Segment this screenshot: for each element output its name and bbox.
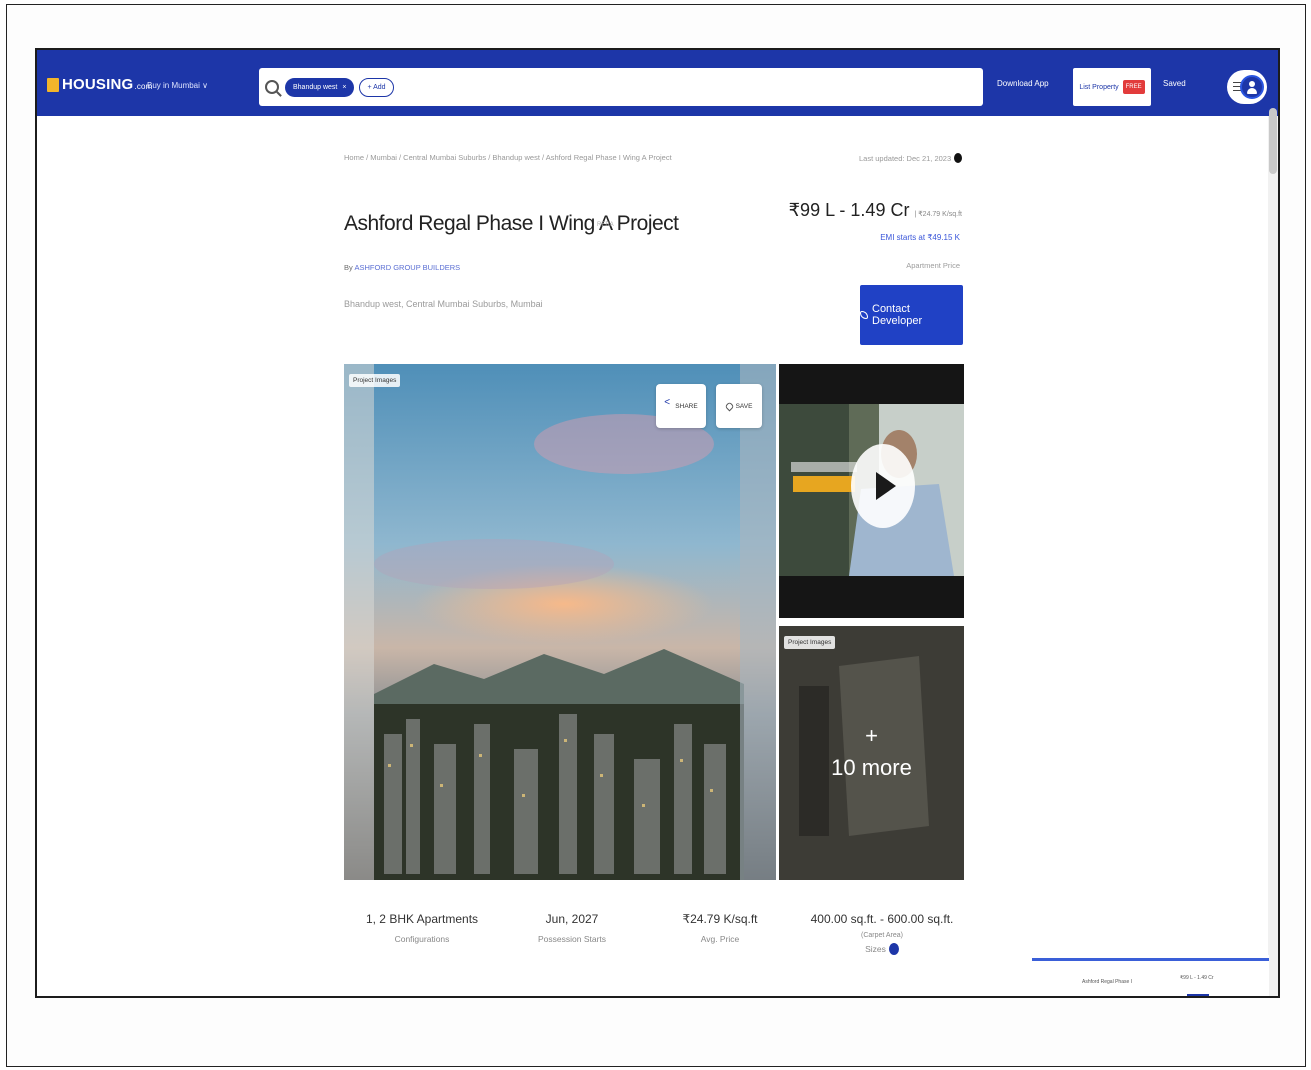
info-icon[interactable]: [954, 153, 963, 163]
sizes-row: Sizes: [797, 943, 967, 955]
city-skyline-photo: [344, 364, 776, 880]
info-icon[interactable]: [888, 943, 899, 955]
download-app-link[interactable]: Download App: [997, 50, 1049, 116]
sticky-mini-widget[interactable]: Ashford Regal Phase I ₹99 L - 1.49 Cr: [1032, 955, 1269, 996]
list-property-button[interactable]: List Property FREE: [1073, 68, 1151, 106]
stat-sizes: 400.00 sq.ft. - 600.00 sq.ft. (Carpet Ar…: [797, 912, 967, 955]
mini-widget-price: ₹99 L - 1.49 Cr: [1180, 975, 1214, 981]
page-title: Ashford Regal Phase I Wing A Project: [344, 212, 679, 235]
rera-tag: RERA: [597, 222, 614, 228]
share-icon: [664, 397, 672, 410]
mini-widget-bar: [1032, 958, 1269, 961]
download-app-label: Download App: [997, 78, 1049, 88]
search-chip-locality[interactable]: Bhandup west ×: [285, 77, 355, 97]
more-images-count: 10 more: [831, 755, 912, 780]
stat-sub: (Carpet Area): [860, 932, 904, 939]
mini-widget-title: Ashford Regal Phase I: [1082, 979, 1133, 985]
saved-label: Saved: [1163, 78, 1186, 88]
stat-avg-price: ₹24.79 K/sq.ft Avg. Price: [665, 912, 775, 944]
profile-menu[interactable]: [1227, 70, 1267, 104]
phone-icon: [860, 311, 868, 319]
free-badge: FREE: [1122, 80, 1145, 94]
logo-text: HOUSING: [62, 76, 134, 93]
heart-icon: [724, 401, 735, 411]
project-address: Bhandup west, Central Mumbai Suburbs, Mu…: [344, 299, 543, 309]
housing-logo[interactable]: HOUSING .com: [47, 76, 153, 93]
avatar-icon: [1240, 75, 1264, 99]
more-images-thumbnail[interactable]: Project Images + 10 more: [779, 626, 964, 880]
search-icon: [265, 80, 279, 94]
add-locality-button[interactable]: + Add: [359, 77, 394, 97]
share-button[interactable]: SHARE: [656, 384, 706, 428]
top-navbar: HOUSING .com Buy in Mumbai ∨ Bhandup wes…: [37, 50, 1278, 116]
breadcrumb[interactable]: Home / Mumbai / Central Mumbai Suburbs /…: [344, 153, 672, 162]
image-category-label: Project Images: [349, 374, 401, 387]
list-property-label: List Property: [1079, 83, 1119, 91]
play-button[interactable]: [851, 444, 915, 528]
city-select-dropdown[interactable]: Buy in Mumbai ∨: [147, 81, 208, 90]
price-range: ₹99 L - 1.49 Cr | ₹24.79 K/sq.ft: [789, 200, 962, 221]
share-label: SHARE: [675, 402, 698, 410]
play-icon: [876, 472, 896, 500]
mini-widget-button[interactable]: [1187, 994, 1209, 996]
save-button[interactable]: SAVE: [716, 384, 762, 428]
stat-value: 400.00 sq.ft. - 600.00 sq.ft.: [810, 912, 954, 926]
more-images-overlay[interactable]: + 10 more: [779, 626, 964, 880]
price-per-sqft: | ₹24.79 K/sq.ft: [914, 211, 962, 218]
project-video-thumbnail[interactable]: [779, 364, 964, 618]
developer-prefix: By: [344, 263, 353, 272]
stat-value: 1, 2 BHK Apartments: [365, 912, 479, 926]
logo-mark-icon: [47, 77, 59, 92]
plus-icon: +: [865, 723, 878, 748]
last-updated-text: Last updated: Dec 21, 2023: [859, 153, 952, 163]
emi-link[interactable]: EMI starts at ₹49.15 K: [880, 233, 960, 242]
scrollbar-thumb[interactable]: [1269, 108, 1277, 174]
search-chip-label: Bhandup west: [293, 83, 338, 91]
search-bar[interactable]: Bhandup west × + Add: [259, 68, 983, 106]
stat-label: Configurations: [394, 934, 450, 944]
price-label: Apartment Price: [906, 261, 960, 270]
stat-possession: Jun, 2027 Possession Starts: [517, 912, 627, 944]
saved-link[interactable]: Saved: [1163, 50, 1186, 116]
save-label: SAVE: [735, 402, 753, 410]
price-value: ₹99 L - 1.49 Cr: [788, 200, 910, 220]
stat-configurations: 1, 2 BHK Apartments Configurations: [357, 912, 487, 944]
contact-developer-label: Contact Developer: [872, 303, 923, 327]
stat-label: Sizes: [865, 944, 886, 954]
chip-close-icon[interactable]: ×: [342, 84, 346, 91]
contact-developer-button[interactable]: Contact Developer: [860, 285, 963, 345]
last-updated: Last updated: Dec 21, 2023: [859, 153, 963, 163]
stat-label: Avg. Price: [700, 934, 740, 944]
main-project-image[interactable]: Project Images SHARE SAVE: [344, 364, 776, 880]
developer-line: By ASHFORD GROUP BUILDERS: [344, 263, 460, 272]
stat-value: Jun, 2027: [545, 912, 599, 926]
stat-value: ₹24.79 K/sq.ft: [682, 912, 758, 926]
browser-page: HOUSING .com Buy in Mumbai ∨ Bhandup wes…: [35, 48, 1280, 998]
stat-label: Possession Starts: [537, 934, 607, 944]
developer-link[interactable]: ASHFORD GROUP BUILDERS: [354, 263, 460, 272]
scrollbar-track[interactable]: [1268, 116, 1278, 996]
